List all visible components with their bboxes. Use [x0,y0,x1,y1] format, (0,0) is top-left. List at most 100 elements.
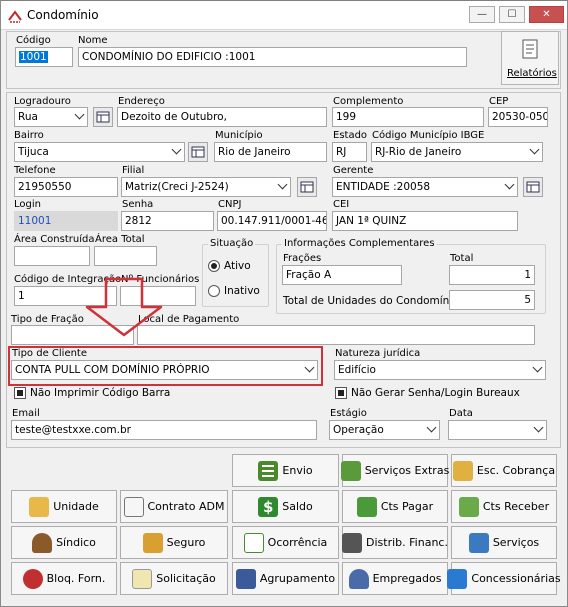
nome-field[interactable]: CONDOMÍNIO DO EDIFICIO :1001 [78,47,467,67]
login-label: Login [14,199,41,210]
codmun-label: Código Município IBGE [372,130,485,141]
email-field[interactable]: teste@testxxe.com.br [11,420,317,440]
report-icon [522,39,538,59]
cei-field[interactable]: JAN 1ª QUINZ [332,211,518,231]
nome-label: Nome [78,35,108,46]
logradouro-select[interactable]: Rua [14,107,88,127]
cts-pagar-button[interactable]: Cts Pagar [342,490,448,523]
contrato-adm-label: Contrato ADM [147,500,225,513]
bairro-lookup-button[interactable] [188,142,208,162]
ocorrencia-button[interactable]: Ocorrência [232,526,339,559]
complemento-field[interactable]: 199 [332,107,484,127]
inativo-radio[interactable] [208,285,220,297]
fracoes-field[interactable]: Fração A [282,265,402,285]
estagio-select[interactable]: Operação [329,420,440,440]
esc-cobranca-button[interactable]: Esc. Cobrança [451,454,557,487]
ativo-radio[interactable] [208,260,220,272]
filial-select[interactable]: Matriz(Creci J-2524) [121,177,291,197]
cts-pagar-label: Cts Pagar [380,500,434,513]
esc-cobranca-label: Esc. Cobrança [476,464,556,477]
nao-imprimir-checkbox[interactable] [14,387,26,399]
chevron-down-icon [74,109,85,120]
title-bar: Condomínio — ☐ ✕ [1,1,567,30]
money-transfer-icon [356,496,377,517]
cep-label: CEP [489,96,509,107]
distrib-financ-button[interactable]: Distrib. Financ. [342,526,448,559]
cnpj-label: CNPJ [218,199,242,210]
seguro-button[interactable]: Seguro [120,526,228,559]
local-pagamento-field[interactable] [137,325,535,345]
senha-field[interactable]: 2812 [121,211,214,231]
agrupamento-button[interactable]: Agrupamento [232,562,339,595]
envio-button[interactable]: Envio [232,454,339,487]
cts-receber-button[interactable]: Cts Receber [451,490,557,523]
nao-gerar-checkbox[interactable] [335,387,347,399]
servicos-button[interactable]: Serviços [451,526,557,559]
contrato-adm-button[interactable]: Contrato ADM [120,490,228,523]
municipio-field[interactable]: Rio de Janeiro [214,142,327,162]
servicos-extras-button[interactable]: Serviços Extras [340,454,450,487]
natureza-select[interactable]: Edifício [334,360,546,380]
area-construida-field[interactable] [14,246,90,266]
minimize-icon: — [477,9,487,20]
close-button[interactable]: ✕ [529,6,564,23]
area-total-field[interactable] [94,246,157,266]
gerente-select[interactable]: ENTIDADE :20058 [332,177,518,197]
chevron-down-icon [533,422,544,433]
situacao-group: Situação [202,238,269,307]
minimize-button[interactable]: — [469,6,495,23]
condominio-window: Condomínio — ☐ ✕ Código 1001 Nome CONDOM… [0,0,568,607]
close-icon: ✕ [542,9,551,20]
concessionarias-label: Concessionárias [471,572,561,585]
estado-field[interactable]: RJ [332,142,367,162]
table-icon [526,181,540,193]
services-icon [468,532,489,553]
gerente-lookup-button[interactable] [523,177,543,197]
telefone-label: Telefone [14,165,56,176]
codigo-field[interactable]: 1001 [15,47,73,67]
codigo-value: 1001 [19,51,48,63]
filial-lookup-button[interactable] [297,177,317,197]
buildings-icon [235,568,256,589]
cnpj-field[interactable]: 00.147.911/0001-46 [217,211,327,231]
logradouro-value: Rua [18,111,38,123]
solicitacao-button[interactable]: Solicitação [120,562,228,595]
maximize-button[interactable]: ☐ [499,6,525,23]
empregados-button[interactable]: Empregados [342,562,448,595]
chevron-down-icon [529,144,540,155]
bairro-label: Bairro [14,130,44,141]
logradouro-lookup-button[interactable] [93,107,113,127]
table-icon [96,111,110,123]
relatorios-button[interactable]: Relatórios [501,31,559,85]
cei-label: CEI [333,199,350,210]
codmun-select[interactable]: RJ-Rio de Janeiro [371,142,543,162]
total-unidades-field[interactable]: 5 [449,290,535,310]
natureza-value: Edifício [338,364,376,376]
nao-imprimir-label: Não Imprimir Código Barra [30,387,171,399]
person-icon [32,532,53,553]
sindico-button[interactable]: Síndico [11,526,117,559]
endereco-field[interactable]: Dezoito de Outubro, [117,107,327,127]
total-field[interactable]: 1 [449,265,535,285]
data-select[interactable] [448,420,547,440]
cep-field[interactable]: 20530-050 [488,107,548,127]
saldo-button[interactable]: $ Saldo [232,490,339,523]
chevron-down-icon [504,179,515,190]
codmun-value: RJ-Rio de Janeiro [375,146,462,158]
check-document-icon [243,532,264,553]
info-complementares-label: Informações Complementares [282,238,437,249]
money-receive-icon [458,496,479,517]
natureza-label: Natureza jurídica [335,348,421,359]
concessionarias-button[interactable]: Concessionárias [447,562,561,595]
servicos-extras-label: Serviços Extras [364,464,450,477]
servicos-label: Serviços [492,536,540,549]
total-label: Total [450,253,474,264]
fracoes-label: Frações [283,253,322,264]
telefone-field[interactable]: 21950550 [14,177,118,197]
bairro-select[interactable]: Tijuca [14,142,185,162]
highlight-box [8,346,323,386]
building-icon [447,568,468,589]
bloq-forn-button[interactable]: Bloq. Forn. [11,562,117,595]
empregados-label: Empregados [372,572,442,585]
unidade-button[interactable]: Unidade [11,490,117,523]
